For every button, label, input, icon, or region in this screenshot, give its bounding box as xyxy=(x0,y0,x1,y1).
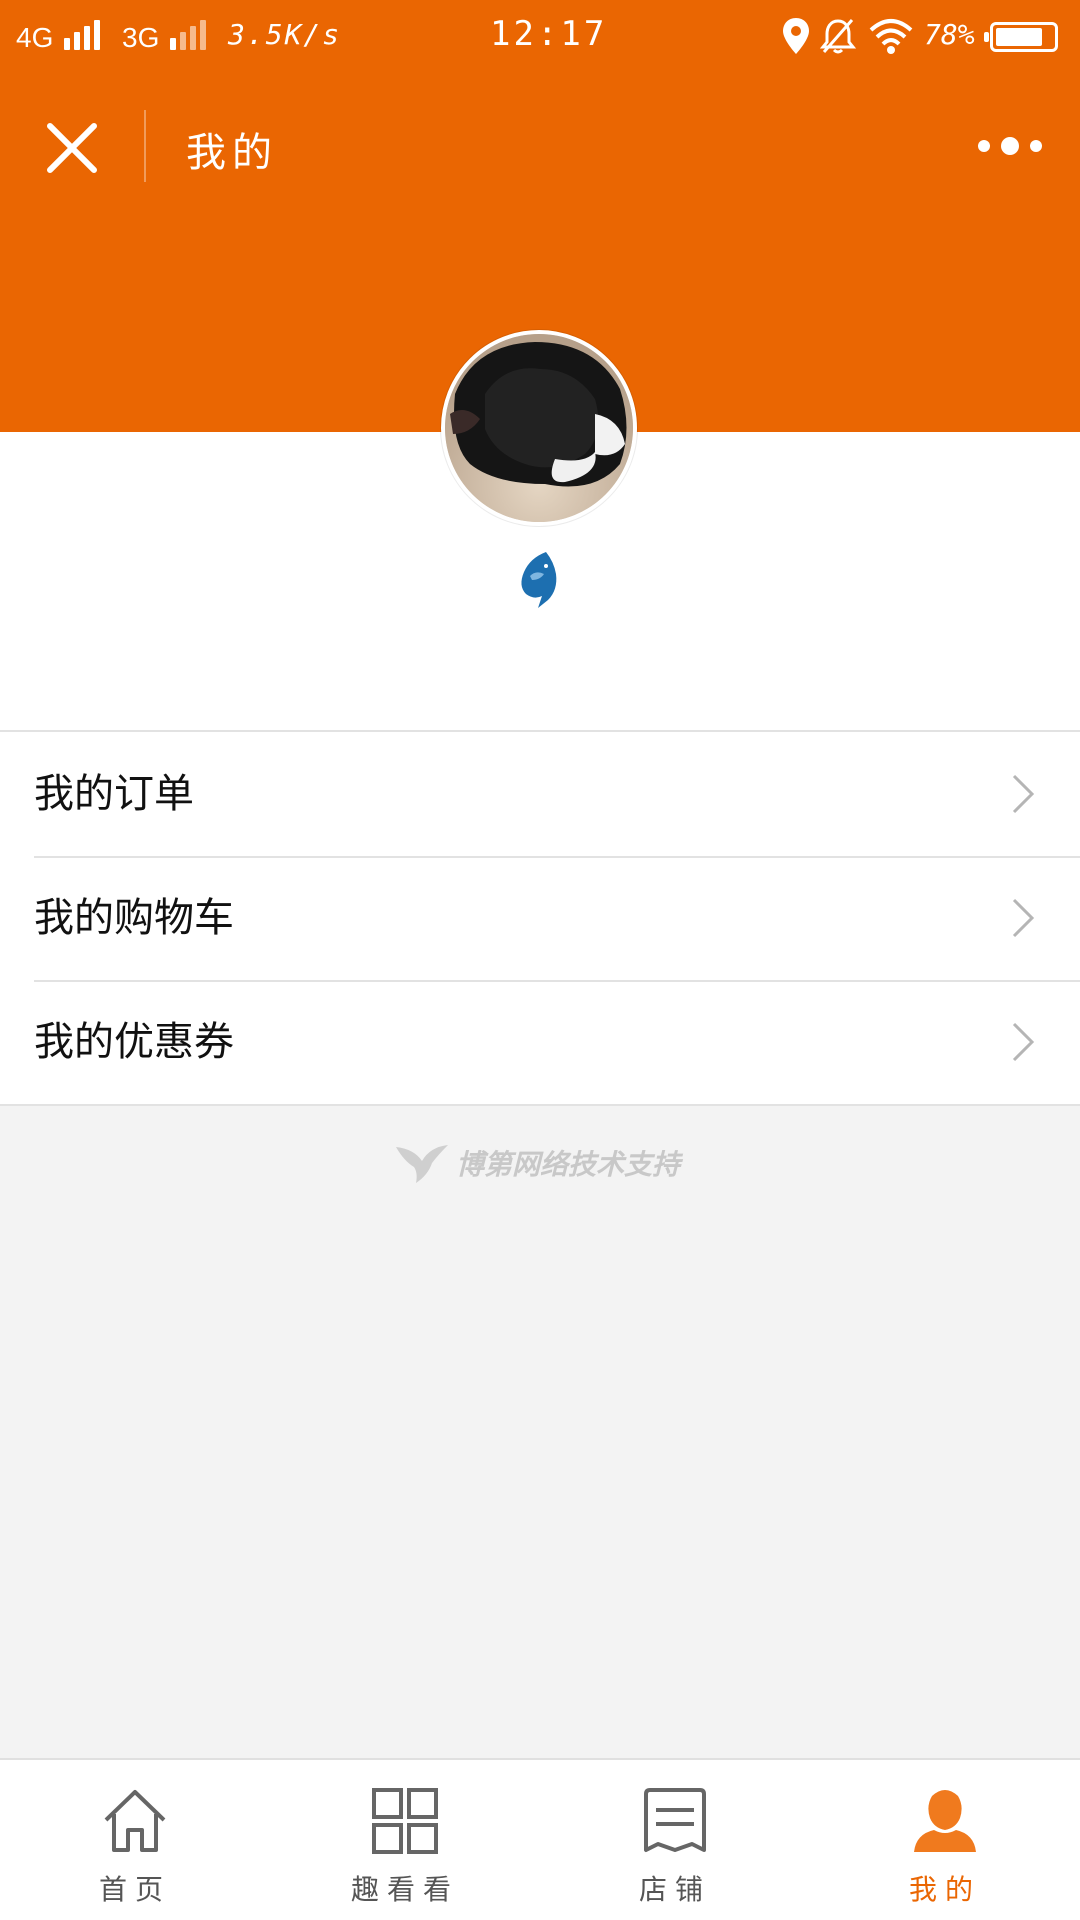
tab-store[interactable]: 店铺 xyxy=(540,1760,810,1920)
tab-discover[interactable]: 趣看看 xyxy=(270,1760,540,1920)
close-icon[interactable] xyxy=(40,116,104,180)
menu-list: 我的订单 我的购物车 我的优惠券 xyxy=(0,730,1080,1106)
signal-4g-icon xyxy=(64,18,104,50)
hummingbird-icon xyxy=(396,1145,448,1183)
user-avatar[interactable] xyxy=(441,330,637,526)
menu-item-label: 我的购物车 xyxy=(34,895,234,941)
battery-icon xyxy=(984,22,1058,52)
menu-item-cart[interactable]: 我的购物车 xyxy=(0,856,1080,980)
grid-icon xyxy=(372,1788,438,1854)
alarm-off-icon xyxy=(819,19,857,54)
menu-item-orders[interactable]: 我的订单 xyxy=(0,732,1080,856)
tab-home[interactable]: 首页 xyxy=(0,1760,270,1920)
page-title: 我的 xyxy=(186,130,278,176)
clock: 12:17 xyxy=(490,14,608,54)
menu-item-label: 我的优惠券 xyxy=(34,1019,234,1065)
cat-avatar xyxy=(445,334,633,522)
network-4g-label: 4G xyxy=(16,22,54,53)
store-icon xyxy=(644,1788,706,1852)
tab-label: 我的 xyxy=(908,1873,981,1906)
network-speed: 3.5K/s xyxy=(228,18,342,51)
battery-percentage: 78% xyxy=(924,18,975,51)
menu-item-coupons[interactable]: 我的优惠券 xyxy=(0,980,1080,1104)
tab-label: 趣看看 xyxy=(350,1873,459,1906)
tab-mine[interactable]: 我的 xyxy=(810,1760,1080,1920)
location-icon xyxy=(783,18,809,54)
network-3g-label: 3G xyxy=(122,22,160,53)
chevron-right-icon xyxy=(1012,774,1035,814)
menu-item-label: 我的订单 xyxy=(34,771,194,817)
chevron-right-icon xyxy=(1012,898,1035,938)
tab-bar: 首页 趣看看 店铺 我的 xyxy=(0,1758,1080,1920)
nav-bar: 我的 xyxy=(0,76,1080,212)
tab-label: 首页 xyxy=(98,1873,171,1906)
home-icon xyxy=(104,1790,166,1852)
wifi-icon xyxy=(869,19,913,54)
dolphin-icon xyxy=(521,552,557,608)
status-bar: 4G 3G 3.5K/s 12:17 78% xyxy=(0,0,1080,76)
more-icon[interactable] xyxy=(968,124,1068,168)
user-icon xyxy=(914,1790,976,1852)
support-text: 博第网络技术支持 xyxy=(456,1148,681,1181)
chevron-right-icon xyxy=(1012,1022,1035,1062)
signal-3g-icon xyxy=(170,18,210,50)
tab-label: 店铺 xyxy=(638,1873,711,1906)
tech-support-notice: 博第网络技术支持 xyxy=(394,1140,680,1186)
nav-divider xyxy=(144,110,146,182)
